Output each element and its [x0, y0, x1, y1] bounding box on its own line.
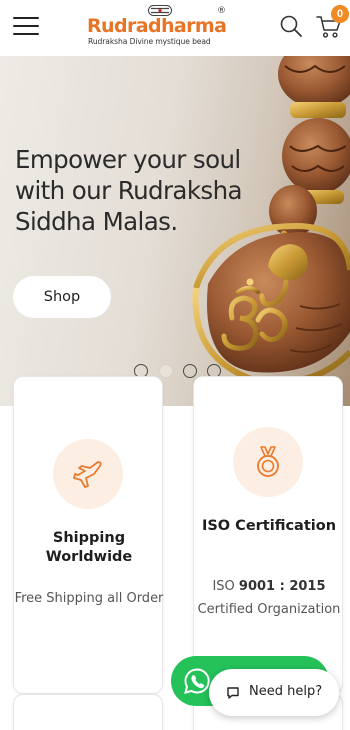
feature-card-shipping: Shipping Worldwide Free Shipping all Ord…: [13, 376, 163, 694]
need-help-label: Need help?: [249, 684, 323, 699]
feature-text: Free Shipping all Order: [14, 591, 164, 606]
need-help-button[interactable]: Need help?: [209, 669, 339, 716]
search-button[interactable]: [279, 14, 303, 38]
cart-count-badge: 0: [331, 5, 349, 23]
top-header: Rudradharma ® Rudraksha Divine mystique …: [0, 0, 350, 56]
cart-button[interactable]: 0: [316, 5, 349, 40]
logo-registered-mark: ®: [217, 6, 226, 16]
shop-button[interactable]: Shop: [13, 276, 111, 318]
brand-logo[interactable]: Rudradharma ® Rudraksha Divine mystique …: [86, 4, 232, 48]
feature-card-partial: [13, 694, 163, 730]
carousel-dot-3[interactable]: [183, 364, 197, 378]
iso-suffix: Certified Organization: [197, 601, 341, 617]
chat-bubble-icon: [227, 687, 239, 699]
carousel-dot-2[interactable]: [159, 364, 173, 378]
feature-card-iso: ISO Certification ISO 9001 : 2015 Certif…: [193, 376, 343, 694]
hamburger-menu-icon[interactable]: [13, 17, 39, 35]
feature-text: ISO 9001 : 2015 Certified Organization: [194, 576, 344, 621]
logo-name: Rudradharma: [87, 15, 227, 37]
search-icon: [280, 15, 302, 37]
feature-icon-circle: [53, 439, 123, 509]
medal-icon: [257, 446, 279, 477]
iso-standard: 9001 : 2015: [238, 579, 326, 594]
whatsapp-icon: [184, 668, 210, 694]
feature-title: Shipping Worldwide: [45, 530, 133, 565]
hero-title: Empower your soul with our Rudraksha Sid…: [15, 145, 243, 236]
hero-banner: Empower your soul with our Rudraksha Sid…: [0, 56, 350, 406]
feature-icon-circle: [233, 427, 303, 497]
airplane-icon: [73, 461, 102, 488]
page: Rudradharma ® Rudraksha Divine mystique …: [0, 0, 350, 730]
feature-title: ISO Certification: [201, 518, 337, 534]
iso-prefix: ISO: [212, 579, 239, 594]
logo-tagline: Rudraksha Divine mystique bead: [88, 37, 211, 46]
